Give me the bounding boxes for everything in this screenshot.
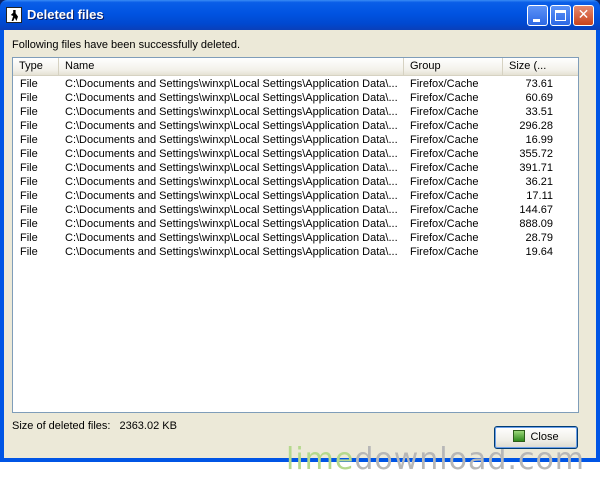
cell-name: C:\Documents and Settings\winxp\Local Se… — [65, 162, 398, 174]
cell-group: Firefox/Cache — [410, 246, 479, 258]
minimize-button[interactable] — [527, 5, 548, 26]
cell-group: Firefox/Cache — [410, 218, 479, 230]
minimize-icon — [533, 19, 540, 22]
cell-name: C:\Documents and Settings\winxp\Local Se… — [65, 176, 398, 188]
cell-group: Firefox/Cache — [410, 92, 479, 104]
cell-name: C:\Documents and Settings\winxp\Local Se… — [65, 232, 398, 244]
cell-size: 36.21 — [525, 176, 553, 188]
cell-type: File — [20, 176, 38, 188]
cell-size: 17.11 — [526, 190, 553, 202]
cell-group: Firefox/Cache — [410, 134, 479, 146]
cell-name: C:\Documents and Settings\winxp\Local Se… — [65, 92, 398, 104]
cell-size: 144.67 — [519, 204, 553, 216]
close-button-icon — [513, 430, 526, 442]
list-rows: File C:\Documents and Settings\winxp\Loca… — [13, 77, 578, 259]
column-header-size[interactable]: Size (... — [503, 58, 578, 75]
cell-name: C:\Documents and Settings\winxp\Local Se… — [65, 120, 398, 132]
table-row[interactable]: File C:\Documents and Settings\winxp\Loca… — [13, 203, 578, 217]
cell-size: 888.09 — [519, 218, 553, 230]
cell-name: C:\Documents and Settings\winxp\Local Se… — [65, 204, 398, 216]
cell-name: C:\Documents and Settings\winxp\Local Se… — [65, 148, 398, 160]
cell-name: C:\Documents and Settings\winxp\Local Se… — [65, 190, 398, 202]
deleted-size-label: Size of deleted files: — [12, 420, 111, 432]
cell-size: 19.64 — [525, 246, 553, 258]
cell-type: File — [20, 190, 38, 202]
title-bar[interactable]: Deleted files ✕ — [0, 0, 600, 30]
table-row[interactable]: File C:\Documents and Settings\winxp\Loca… — [13, 245, 578, 259]
list-header: Type Name Group Size (... — [13, 58, 578, 76]
cell-type: File — [20, 92, 38, 104]
cell-group: Firefox/Cache — [410, 120, 479, 132]
person-icon — [6, 7, 22, 23]
cell-type: File — [20, 78, 38, 90]
close-window-button[interactable]: ✕ — [573, 5, 594, 26]
cell-group: Firefox/Cache — [410, 162, 479, 174]
column-header-type[interactable]: Type — [13, 58, 59, 75]
deleted-size-value: 2363.02 KB — [119, 420, 177, 432]
table-row[interactable]: File C:\Documents and Settings\winxp\Loca… — [13, 91, 578, 105]
table-row[interactable]: File C:\Documents and Settings\winxp\Loca… — [13, 175, 578, 189]
cell-size: 16.99 — [525, 134, 553, 146]
cell-type: File — [20, 246, 38, 258]
deleted-size-summary: Size of deleted files: 2363.02 KB — [12, 420, 177, 432]
dialog-body: Following files have been successfully d… — [4, 30, 596, 477]
cell-name: C:\Documents and Settings\winxp\Local Se… — [65, 106, 398, 118]
deleted-files-list[interactable]: Type Name Group Size (... File C:\Documen… — [12, 57, 579, 413]
cell-size: 296.28 — [519, 120, 553, 132]
cell-size: 355.72 — [519, 148, 553, 160]
cell-size: 33.51 — [525, 106, 553, 118]
table-row[interactable]: File C:\Documents and Settings\winxp\Loca… — [13, 161, 578, 175]
deleted-files-window: Deleted files ✕ Following files have bee… — [0, 0, 600, 477]
cell-name: C:\Documents and Settings\winxp\Local Se… — [65, 78, 398, 90]
close-button[interactable]: Close — [494, 426, 578, 449]
cell-name: C:\Documents and Settings\winxp\Local Se… — [65, 246, 398, 258]
close-button-label: Close — [530, 431, 559, 443]
cell-size: 28.79 — [525, 232, 553, 244]
table-row[interactable]: File C:\Documents and Settings\winxp\Loca… — [13, 105, 578, 119]
table-row[interactable]: File C:\Documents and Settings\winxp\Loca… — [13, 231, 578, 245]
cell-group: Firefox/Cache — [410, 204, 479, 216]
table-row[interactable]: File C:\Documents and Settings\winxp\Loca… — [13, 119, 578, 133]
cell-group: Firefox/Cache — [410, 148, 479, 160]
cell-group: Firefox/Cache — [410, 78, 479, 90]
cell-size: 60.69 — [525, 92, 553, 104]
status-message: Following files have been successfully d… — [12, 39, 241, 51]
cell-group: Firefox/Cache — [410, 190, 479, 202]
maximize-button[interactable] — [550, 5, 571, 26]
close-x-icon: ✕ — [577, 7, 590, 23]
cell-group: Firefox/Cache — [410, 232, 479, 244]
cell-type: File — [20, 162, 38, 174]
cell-size: 391.71 — [519, 162, 553, 174]
cell-type: File — [20, 134, 38, 146]
cell-type: File — [20, 204, 38, 216]
maximize-icon — [555, 10, 566, 21]
cell-type: File — [20, 232, 38, 244]
table-row[interactable]: File C:\Documents and Settings\winxp\Loca… — [13, 133, 578, 147]
cell-type: File — [20, 148, 38, 160]
cell-group: Firefox/Cache — [410, 106, 479, 118]
cell-name: C:\Documents and Settings\winxp\Local Se… — [65, 218, 398, 230]
table-row[interactable]: File C:\Documents and Settings\winxp\Loca… — [13, 77, 578, 91]
cell-size: 73.61 — [525, 78, 553, 90]
watermark-part1: lime — [286, 442, 355, 477]
column-header-group[interactable]: Group — [404, 58, 503, 75]
cell-type: File — [20, 218, 38, 230]
cell-type: File — [20, 120, 38, 132]
cell-type: File — [20, 106, 38, 118]
table-row[interactable]: File C:\Documents and Settings\winxp\Loca… — [13, 189, 578, 203]
table-row[interactable]: File C:\Documents and Settings\winxp\Loca… — [13, 217, 578, 231]
cell-name: C:\Documents and Settings\winxp\Local Se… — [65, 134, 398, 146]
cell-group: Firefox/Cache — [410, 176, 479, 188]
table-row[interactable]: File C:\Documents and Settings\winxp\Loca… — [13, 147, 578, 161]
column-header-name[interactable]: Name — [59, 58, 404, 75]
window-title: Deleted files — [27, 7, 104, 22]
